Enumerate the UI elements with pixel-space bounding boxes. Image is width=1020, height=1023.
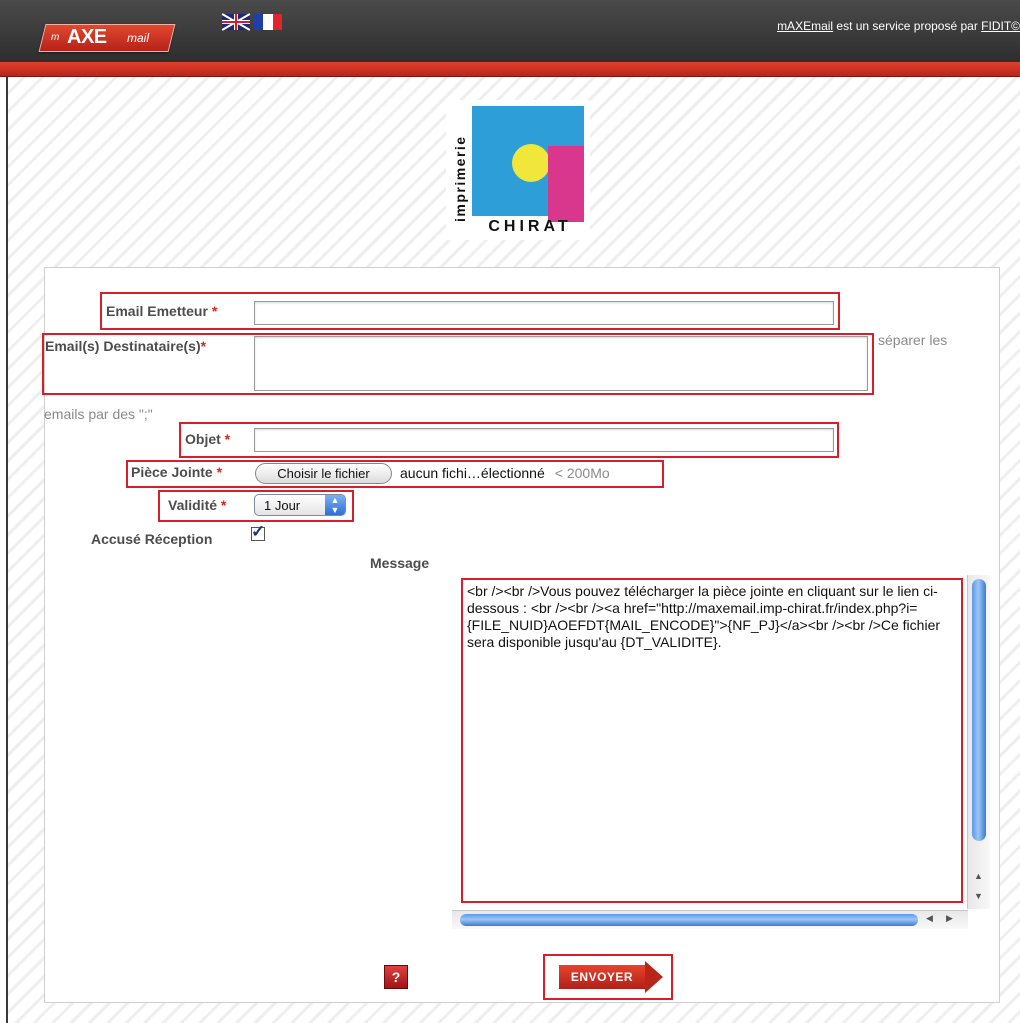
message-label: Message [370, 555, 430, 571]
send-button-wrapper: ENVOYER [543, 954, 673, 1000]
checkmark-icon: ✓ [251, 522, 266, 541]
receipt-label: Accusé Réception [91, 531, 213, 547]
subject-input[interactable] [254, 428, 834, 452]
logo-prefix: m [51, 32, 60, 43]
scroll-left-icon[interactable]: ◀ [926, 913, 933, 924]
attachment-status: aucun fichi…électionné < 200Mo [400, 465, 610, 481]
scroll-right-icon[interactable]: ▶ [946, 913, 953, 924]
validity-selected-value: 1 Jour [264, 498, 301, 513]
scroll-up-icon[interactable]: ▲ [974, 871, 983, 881]
subject-label: Objet * [185, 431, 231, 447]
recipients-label: Email(s) Destinataire(s)* [45, 338, 207, 354]
send-arrow-icon[interactable] [645, 961, 663, 993]
recipients-textarea[interactable] [254, 336, 868, 391]
logo-suffix: mail [127, 31, 150, 45]
select-arrows-icon: ▲ ▼ [325, 495, 345, 515]
horizontal-scroll-thumb[interactable] [460, 914, 918, 926]
maxemail-logo[interactable]: m AXE mail [38, 24, 176, 52]
credit-text: est un service proposé par [833, 19, 982, 33]
recipients-hint-right: séparer les [878, 332, 948, 348]
message-textarea[interactable]: <br /><br />Vous pouvez télécharger la p… [461, 578, 963, 903]
recipients-hint-left: emails par des ";" [44, 406, 153, 422]
maxemail-link[interactable]: mAXEmail [777, 19, 833, 33]
logo-main: AXE [67, 26, 107, 48]
fidit-link[interactable]: FIDIT© [981, 19, 1020, 33]
header-credit: mAXEmail est un service proposé par FIDI… [777, 19, 1020, 33]
help-button[interactable]: ? [384, 965, 408, 989]
message-vertical-scrollbar[interactable]: ▲ ▼ [967, 575, 990, 909]
header-red-band [0, 62, 1020, 77]
email-sender-input[interactable] [254, 301, 834, 325]
brand-vertical-text: imprimerie [452, 135, 468, 222]
send-button[interactable]: ENVOYER [559, 965, 645, 989]
chirat-logo: imprimerie CHIRAT [446, 100, 590, 240]
brand-name: CHIRAT [488, 218, 572, 235]
choose-file-button[interactable]: Choisir le fichier [255, 463, 392, 484]
vertical-scroll-thumb[interactable] [972, 579, 986, 841]
fr-flag-icon[interactable] [254, 14, 282, 30]
scroll-down-icon[interactable]: ▼ [974, 891, 983, 901]
uk-flag-icon[interactable] [221, 13, 251, 31]
top-bar: m AXE mail mAXEmail est un service propo… [0, 0, 1020, 62]
attachment-limit: < 200Mo [554, 465, 610, 481]
receipt-checkbox[interactable]: ✓ [251, 522, 265, 541]
message-horizontal-scrollbar[interactable]: ◀ ▶ [452, 910, 968, 929]
validity-label: Validité * [168, 497, 227, 513]
validity-select[interactable]: 1 Jour ▲ ▼ [254, 494, 346, 516]
attachment-label: Pièce Jointe * [131, 464, 223, 480]
email-sender-label: Email Emetteur * [106, 303, 218, 319]
